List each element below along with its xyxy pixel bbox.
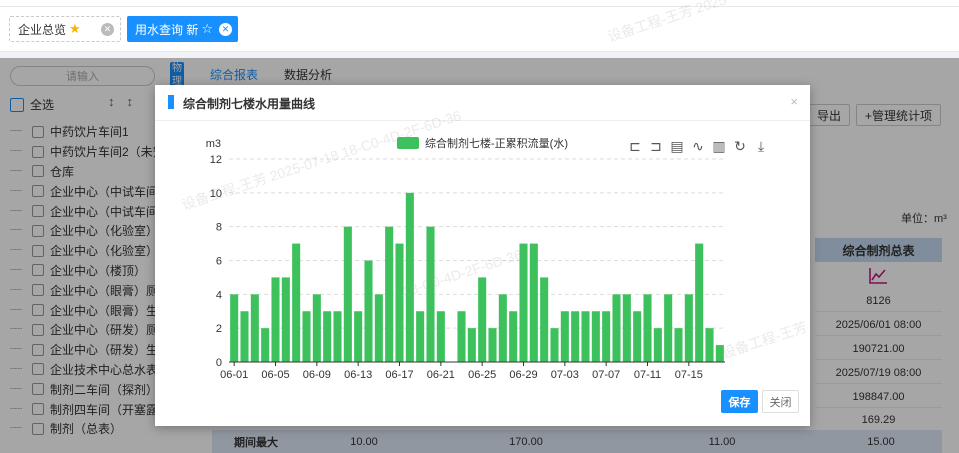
chart-bar (333, 311, 342, 362)
chart-bar (715, 345, 724, 362)
tab-enterprise-overview[interactable]: 企业总览 ★ ✕ (9, 16, 121, 42)
chart-bar (467, 328, 476, 362)
chart-bar (230, 294, 239, 362)
close-icon[interactable]: ✕ (101, 22, 114, 36)
y-axis-label: m3 (206, 138, 221, 150)
chart-bar (550, 328, 559, 362)
download-icon[interactable]: ⤓ (758, 139, 764, 155)
chart-bar (705, 328, 714, 362)
tab-water-query[interactable]: 用水查询 新 ☆ ✕ (127, 16, 238, 42)
chart-bar (292, 243, 301, 362)
x-tick-label: 07-15 (675, 369, 703, 381)
chart-bar (405, 192, 414, 362)
restore-icon[interactable]: ↻ (734, 139, 746, 155)
chart-bar (664, 294, 673, 362)
tab-label: 用水查询 新 (135, 22, 199, 37)
chart-bar (540, 277, 549, 362)
chart-bar (519, 243, 528, 362)
save-button[interactable]: 保存 (721, 390, 758, 413)
chart-bar (302, 311, 311, 362)
chart-bar (395, 243, 404, 362)
chart-bar (374, 294, 383, 362)
legend-swatch (397, 137, 419, 149)
chart-bar (684, 294, 693, 362)
y-tick-label: 2 (216, 323, 222, 335)
line-chart-icon[interactable]: ∿ (692, 139, 704, 155)
tab-bar: 企业总览 ★ ✕ 用水查询 新 ☆ ✕ (0, 0, 959, 52)
x-tick-label: 06-01 (220, 369, 248, 381)
chart-bar (591, 311, 600, 362)
chart-bar (354, 311, 363, 362)
x-tick-label: 06-29 (509, 369, 537, 381)
chart-bar (581, 311, 590, 362)
chart-bar (281, 277, 290, 362)
top-divider (0, 6, 959, 7)
chart-bar (612, 294, 621, 362)
y-tick-label: 6 (216, 256, 222, 268)
x-tick-label: 07-07 (592, 369, 620, 381)
y-tick-label: 0 (216, 357, 222, 369)
y-tick-label: 12 (210, 154, 222, 166)
water-usage-bar-chart: 0 2 4 6 8 10 12 m3 06-01 06-05 06-09 06-13 06-17 06-2… (206, 136, 764, 381)
x-tick-label: 06-13 (344, 369, 372, 381)
chart-bar (312, 294, 321, 362)
title-accent-bar (168, 95, 174, 109)
chart-bar (478, 277, 487, 362)
x-tick-label: 07-03 (551, 369, 579, 381)
chart-bar (343, 226, 352, 362)
chart-bar (498, 294, 507, 362)
x-tick-label: 06-09 (303, 369, 331, 381)
chart-dialog: 综合制剂七楼水用量曲线 × 0 2 4 6 8 10 12 m3 06-01 06-05 06-09… (155, 85, 810, 426)
y-tick-label: 10 (210, 188, 222, 200)
zoom-reset-icon[interactable]: ⊐ (650, 139, 662, 155)
chart-bar (385, 226, 394, 362)
star-outline-icon[interactable]: ☆ (201, 21, 213, 37)
chart-bar (602, 311, 611, 362)
tab-label: 企业总览 (18, 22, 67, 37)
chart-bar (261, 328, 270, 362)
close-icon[interactable]: ✕ (219, 22, 232, 36)
chart-bar (436, 311, 445, 362)
legend-label: 综合制剂七楼-正累积流量(水) (425, 136, 568, 150)
chart-bar (674, 328, 683, 362)
x-tick-label: 07-11 (634, 369, 661, 381)
chart-bar (695, 243, 704, 362)
star-icon[interactable]: ★ (69, 21, 81, 37)
y-tick-label: 8 (216, 222, 222, 234)
zoom-icon[interactable]: ⊏ (629, 139, 641, 155)
chart-bar (240, 311, 249, 362)
chart-bar (560, 311, 569, 362)
chart-bar (457, 311, 466, 362)
x-tick-label: 06-05 (261, 369, 289, 381)
chart-bar (529, 243, 538, 362)
chart-bar (250, 294, 259, 362)
y-tick-label: 4 (216, 289, 222, 301)
close-icon[interactable]: × (790, 94, 798, 109)
chart-bar (653, 328, 662, 362)
chart-bar (416, 311, 425, 362)
chart-bar (271, 277, 280, 362)
chart-bar (426, 226, 435, 362)
bar-chart-icon[interactable]: ▥ (712, 139, 725, 155)
data-view-icon[interactable]: ▤ (670, 139, 683, 155)
x-tick-label: 06-21 (427, 369, 455, 381)
x-tick-label: 06-17 (385, 369, 413, 381)
chart-bar (488, 328, 497, 362)
chart-bar (622, 294, 631, 362)
chart-bar (364, 260, 373, 362)
dialog-title: 综合制剂七楼水用量曲线 (183, 97, 316, 111)
chart-bar (509, 311, 518, 362)
dialog-header: 综合制剂七楼水用量曲线 × (155, 85, 810, 121)
close-button[interactable]: 关闭 (762, 390, 799, 413)
chart-bar (643, 294, 652, 362)
chart-bar (571, 311, 580, 362)
chart-bar (323, 311, 332, 362)
chart-bar (633, 311, 642, 362)
x-tick-label: 06-25 (468, 369, 496, 381)
